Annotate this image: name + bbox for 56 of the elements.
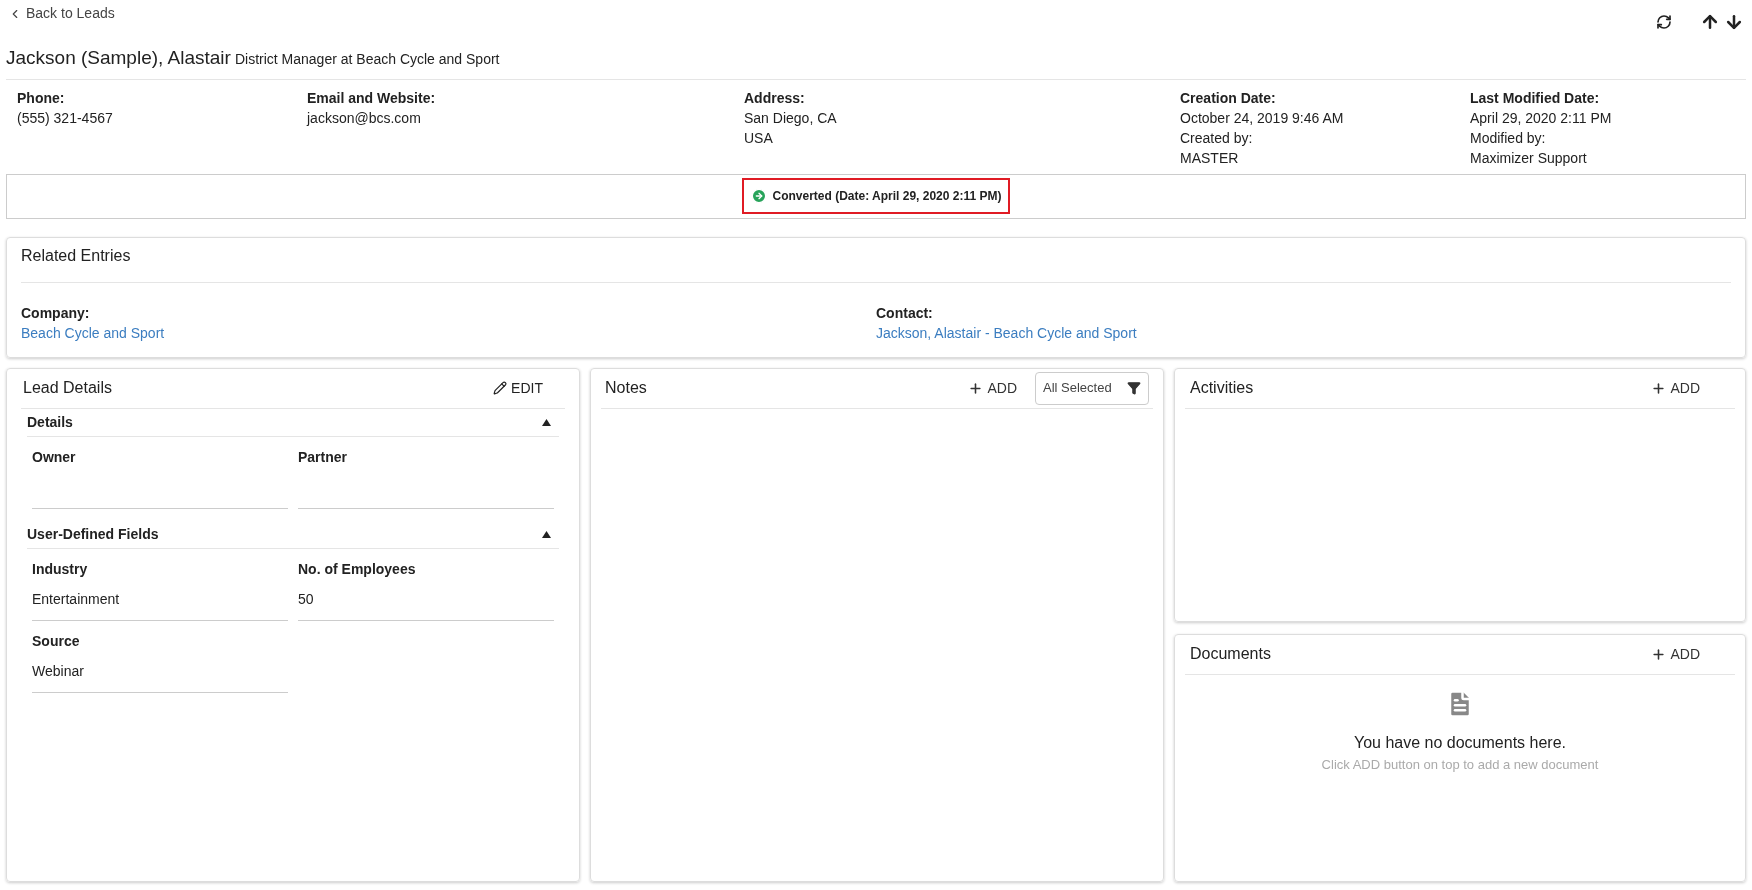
triangle-up-icon[interactable] <box>542 530 551 538</box>
related-link[interactable]: Jackson, Alastair - Beach Cycle and Sport <box>876 322 1137 343</box>
filter-icon <box>1127 381 1141 395</box>
field-label: Partner <box>298 447 349 467</box>
panel-title: Lead Details <box>23 378 112 398</box>
info-label: Phone: <box>17 88 66 108</box>
field-value: Webinar <box>32 650 288 693</box>
plus-icon <box>1651 380 1667 396</box>
status-text: Converted (Date: April 29, 2020 2:11 PM) <box>772 188 1002 205</box>
info-label: Creation Date: <box>1180 88 1277 108</box>
arrow-down-icon[interactable] <box>1724 12 1744 32</box>
arrow-up-icon[interactable] <box>1700 12 1720 32</box>
triangle-up-icon[interactable] <box>542 418 551 426</box>
info-label: Last Modified Date: <box>1470 88 1601 108</box>
edit-button[interactable]: EDIT <box>493 377 543 399</box>
info-value: MASTER <box>1180 148 1240 168</box>
info-label: Address: <box>744 88 806 108</box>
refresh-icon[interactable] <box>1656 14 1672 30</box>
info-value: October 24, 2019 9:46 AM <box>1180 108 1345 128</box>
filter-dropdown[interactable]: All Selected <box>1035 371 1149 405</box>
panel-title: Documents <box>1190 644 1271 664</box>
add-button[interactable]: ADD <box>1651 643 1700 665</box>
field-value: Entertainment <box>32 578 288 621</box>
field-label: Source <box>32 631 81 651</box>
info-value: San Diego, CA <box>744 108 838 128</box>
related-label: Contact: <box>876 303 933 323</box>
plus-icon <box>1651 646 1667 662</box>
pencil-icon <box>493 381 508 395</box>
info-value: Created by: <box>1180 128 1254 148</box>
section-header[interactable]: User-Defined Fields <box>27 523 159 545</box>
info-value: USA <box>744 128 774 148</box>
card-title: Related Entries <box>21 246 131 264</box>
info-value: Maximizer Support <box>1470 148 1588 168</box>
related-label: Company: <box>21 303 90 323</box>
add-button[interactable]: ADD <box>1651 377 1700 399</box>
panel-title: Activities <box>1190 378 1254 398</box>
info-value: jackson@bcs.com <box>307 108 422 128</box>
info-label: Email and Website: <box>307 88 437 108</box>
back-link[interactable]: Back to Leads <box>8 3 115 24</box>
field-label: Industry <box>32 559 89 579</box>
arrow-circle-icon <box>750 188 767 204</box>
info-value: (555) 321-4567 <box>17 108 114 128</box>
add-button[interactable]: ADD <box>968 377 1017 399</box>
section-header[interactable]: Details <box>27 411 73 433</box>
field-label: Owner <box>32 447 77 467</box>
empty-title: You have no documents here. <box>1354 732 1566 753</box>
lead-name: Jackson (Sample), Alastair <box>6 46 231 70</box>
empty-hint: Click ADD button on top to add a new document <box>1321 755 1599 774</box>
info-value: Modified by: <box>1470 128 1547 148</box>
field-label: No. of Employees <box>298 559 417 579</box>
lead-subtitle: District Manager at Beach Cycle and Sport <box>234 50 500 69</box>
related-link[interactable]: Beach Cycle and Sport <box>21 322 165 343</box>
panel-title: Notes <box>605 378 648 398</box>
plus-icon <box>968 380 984 396</box>
field-value: 50 <box>298 578 554 621</box>
info-value: April 29, 2020 2:11 PM <box>1470 108 1613 128</box>
